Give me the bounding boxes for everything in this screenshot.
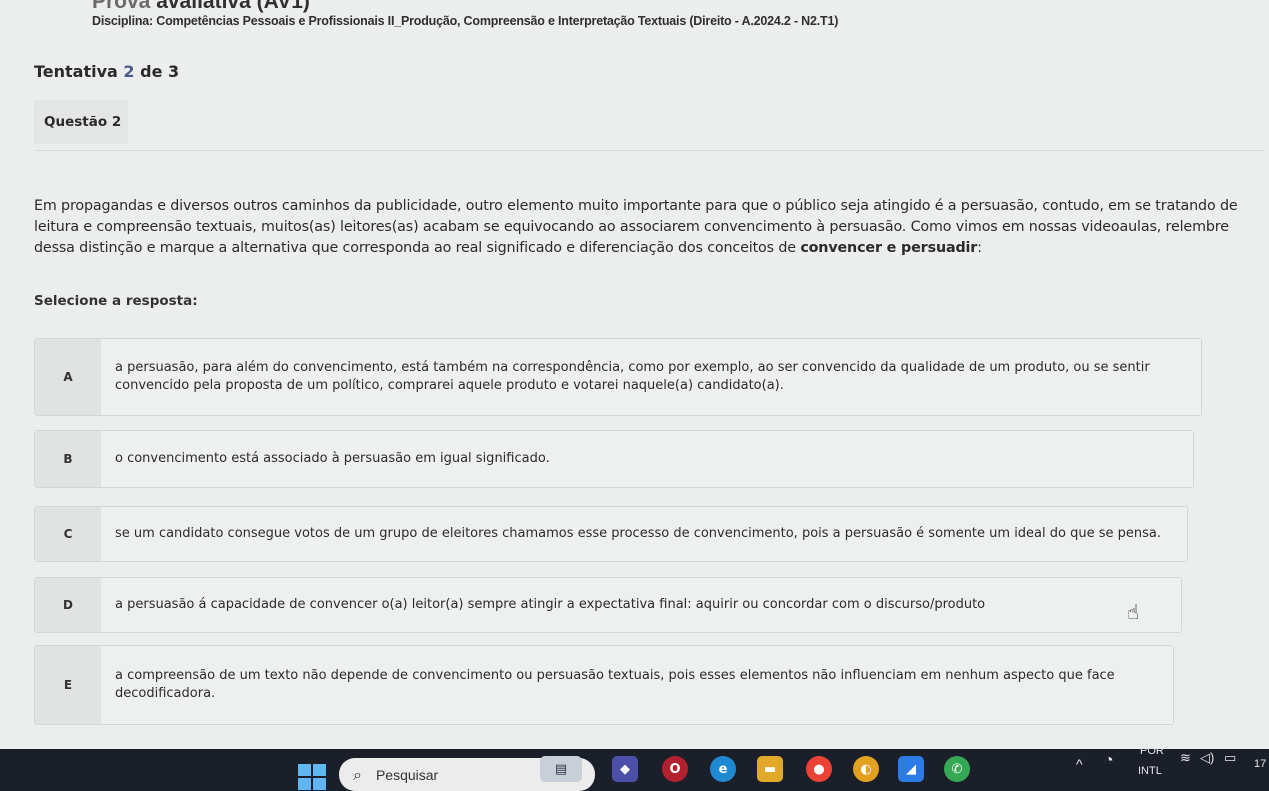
widgets-icon[interactable]: ▤ — [540, 756, 582, 782]
option-letter: C — [35, 507, 101, 561]
windows-start-icon[interactable] — [298, 764, 326, 790]
hand-cursor-icon: ☝ — [1127, 600, 1140, 624]
page-title: Prova avaliativa (AV1) — [92, 0, 310, 14]
attempt-indicator: Tentativa 2 de 3 — [34, 62, 179, 81]
language-top[interactable]: POR — [1140, 745, 1164, 757]
file-explorer-icon[interactable]: ▬ — [757, 756, 783, 782]
language-bottom[interactable]: INTL — [1138, 765, 1162, 777]
whatsapp-icon[interactable]: ✆ — [944, 756, 970, 782]
statement-bold: convencer e persuadir — [800, 240, 978, 256]
statement-text: Em propagandas e diversos outros caminho… — [34, 198, 1238, 256]
search-icon: ⌕ — [353, 764, 362, 784]
option-text: se um candidato consegue votos de um gru… — [101, 507, 1187, 561]
question-number-label: Questão 2 — [34, 100, 128, 144]
select-answer-label: Selecione a resposta: — [34, 293, 198, 309]
option-text: a persuasão, para além do convencimento,… — [101, 339, 1201, 415]
attempt-label: Tentativa — [34, 62, 118, 81]
option-text: o convencimento está associado à persuas… — [101, 431, 1193, 487]
option-letter: D — [35, 578, 101, 632]
option-b[interactable]: B o convencimento está associado à persu… — [34, 430, 1194, 488]
question-statement: Em propagandas e diversos outros caminho… — [34, 196, 1244, 259]
subject-heading: Disciplina: Competências Pessoais e Prof… — [92, 14, 839, 28]
option-a[interactable]: A a persuasão, para além do convenciment… — [34, 338, 1202, 416]
clock[interactable]: 17 — [1254, 758, 1266, 770]
option-e[interactable]: E a compreensão de um texto não depende … — [34, 645, 1174, 725]
divider — [34, 150, 1264, 151]
option-text: a compreensão de um texto não depende de… — [101, 646, 1173, 724]
title-text: avaliativa (AV1) — [156, 0, 310, 13]
volume-icon[interactable]: ◁) — [1200, 750, 1214, 766]
option-letter: E — [35, 646, 101, 724]
store-icon[interactable]: ◢ — [898, 756, 924, 782]
wifi-icon[interactable]: ≋ — [1180, 750, 1191, 766]
chevron-up-icon[interactable]: ^ — [1076, 756, 1083, 772]
app-icon[interactable]: ◐ — [853, 756, 879, 782]
option-letter: A — [35, 339, 101, 415]
statement-end: : — [977, 240, 982, 256]
option-letter: B — [35, 431, 101, 487]
teams-icon[interactable]: ◆ — [612, 756, 638, 782]
option-d[interactable]: D a persuasão á capacidade de convencer … — [34, 577, 1182, 633]
chrome-icon[interactable]: ● — [806, 756, 832, 782]
attempt-current: 2 — [123, 62, 135, 81]
attempt-total: de 3 — [140, 62, 180, 81]
title-prefix: Prova — [92, 0, 157, 13]
option-c[interactable]: C se um candidato consegue votos de um g… — [34, 506, 1188, 562]
copilot-icon[interactable]: ◔ — [1104, 752, 1114, 770]
edge-icon[interactable]: e — [710, 756, 736, 782]
option-text: a persuasão á capacidade de convencer o(… — [101, 578, 1181, 632]
opera-icon[interactable]: O — [662, 756, 688, 782]
search-placeholder: Pesquisar — [375, 766, 439, 783]
battery-icon[interactable]: ▭ — [1224, 750, 1236, 766]
